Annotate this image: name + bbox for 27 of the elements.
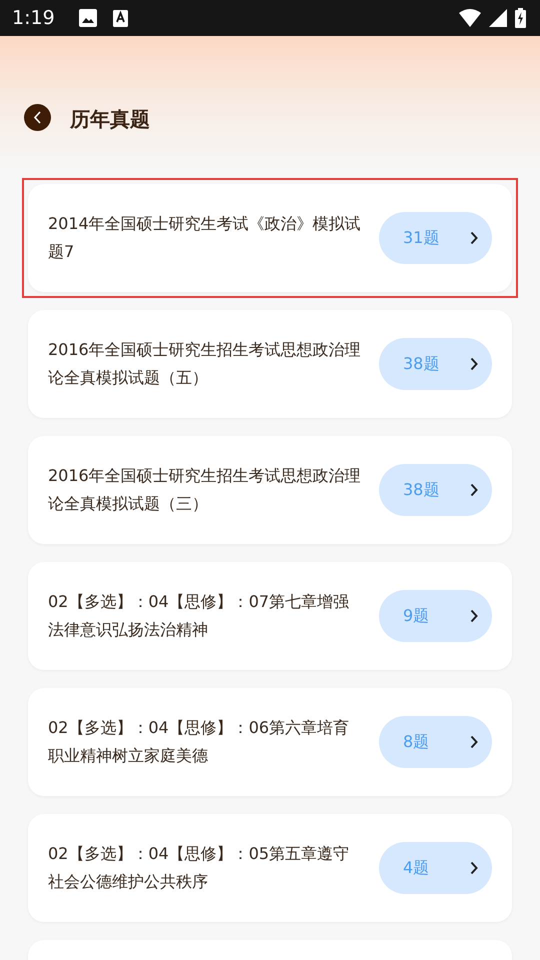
chevron-icon: [470, 483, 478, 497]
exam-card[interactable]: 2016年全国硕士研究生招生考试思想政治理论全真模拟试题（三） 38题: [28, 436, 512, 544]
image-icon: [78, 9, 97, 27]
exam-title: 02【多选】：04【思修】：05第五章遵守社会公德维护公共秩序: [48, 843, 350, 893]
exam-title: 2016年全国硕士研究生招生考试思想政治理论全真模拟试题（五）: [48, 339, 362, 389]
chevron-icon: [470, 609, 478, 623]
status-time: 1:19: [12, 6, 55, 31]
wifi-icon: [459, 9, 481, 27]
exam-card[interactable]: 02【多选】：04【思修】：06第六章培育职业精神树立家庭美德 8题: [28, 688, 512, 796]
exam-card[interactable]: 02【多选】：04【思修】：05第五章遵守社会公德维护公共秩序 4题: [28, 814, 512, 922]
exam-card[interactable]: 02【多选】：04【思修】：07第七章增强法律意识弘扬法治精神 9题: [28, 562, 512, 670]
exam-title: 02【多选】：04【思修】：07第七章增强法律意识弘扬法治精神: [48, 591, 350, 641]
page-title: 历年真题: [70, 106, 150, 133]
signal-icon: [489, 9, 507, 27]
back-button[interactable]: [24, 104, 51, 131]
exam-title: 2016年全国硕士研究生招生考试思想政治理论全真模拟试题（三）: [48, 465, 362, 515]
chevron-icon: [470, 231, 478, 245]
chevron-icon: [470, 357, 478, 371]
exam-title: 2014年全国硕士研究生考试《政治》模拟试题7: [48, 213, 362, 263]
chevron-icon: [470, 861, 478, 875]
battery-icon: [515, 8, 526, 28]
exam-card[interactable]: 2014年全国硕士研究生考试《政治》模拟试题7 31题: [28, 184, 512, 292]
chevron-icon: [470, 735, 478, 749]
back-icon: [34, 111, 41, 124]
exam-card[interactable]: 2016年全国硕士研究生招生考试思想政治理论全真模拟试题（五） 38题: [28, 310, 512, 418]
font-icon: [112, 10, 128, 26]
exam-title: 02【多选】：04【思修】：06第六章培育职业精神树立家庭美德: [48, 717, 350, 767]
